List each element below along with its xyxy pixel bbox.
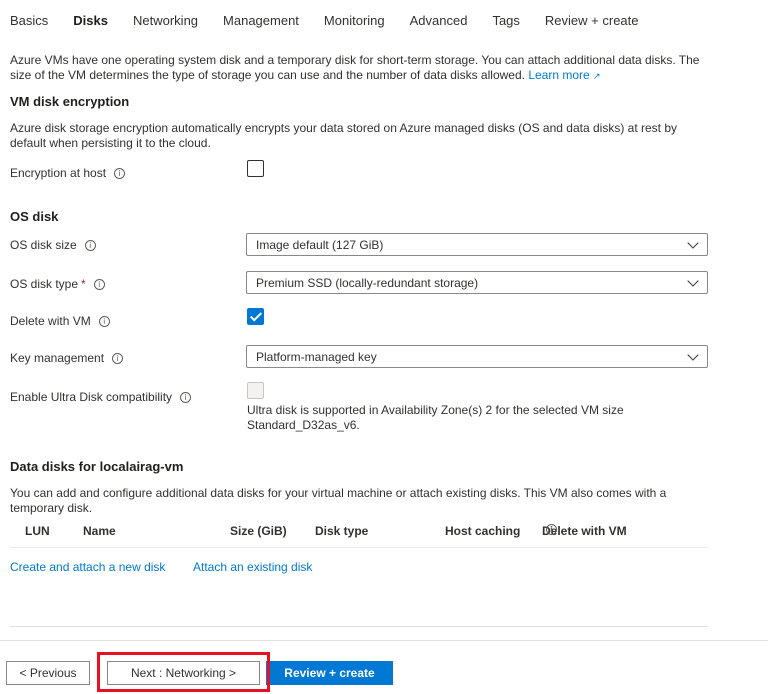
encryption-at-host-checkbox[interactable] xyxy=(247,160,264,177)
wizard-tabs: Basics Disks Networking Management Monit… xyxy=(10,13,664,28)
data-disks-table-header: LUN Name Size (GiB) Disk type Host cachi… xyxy=(10,524,708,548)
os-disk-type-dropdown[interactable]: Premium SSD (locally-redundant storage) xyxy=(246,271,708,294)
tab-tags[interactable]: Tags xyxy=(492,13,519,28)
column-header: Host caching xyxy=(445,524,521,538)
tab-monitoring[interactable]: Monitoring xyxy=(324,13,385,28)
tab-disks[interactable]: Disks xyxy=(73,13,108,28)
encryption-at-host-label: Encryption at host i xyxy=(10,166,126,180)
column-header: Name xyxy=(83,524,116,538)
key-management-label: Key management i xyxy=(10,351,124,365)
ultra-disk-label: Enable Ultra Disk compatibility i xyxy=(10,390,192,404)
os-disk-size-value: Image default (127 GiB) xyxy=(256,237,384,252)
section-divider xyxy=(10,626,708,627)
os-disk-heading: OS disk xyxy=(10,209,59,224)
os-disk-type-value: Premium SSD (locally-redundant storage) xyxy=(256,275,479,290)
tab-basics[interactable]: Basics xyxy=(10,13,48,28)
info-icon[interactable]: i xyxy=(93,278,105,290)
chevron-down-icon xyxy=(687,237,699,249)
footer-bar: < Previous Next : Networking > Review + … xyxy=(0,640,768,694)
ultra-disk-checkbox[interactable] xyxy=(247,382,264,399)
delete-with-vm-checkbox[interactable] xyxy=(247,308,264,325)
chevron-down-icon xyxy=(687,349,699,361)
encryption-description: Azure disk storage encryption automatica… xyxy=(10,121,678,150)
encryption-heading: VM disk encryption xyxy=(10,94,130,109)
os-disk-type-label: OS disk type * i xyxy=(10,277,105,291)
os-disk-size-dropdown[interactable]: Image default (127 GiB) xyxy=(246,233,708,256)
info-icon[interactable]: i xyxy=(84,239,96,251)
attach-existing-disk-link[interactable]: Attach an existing disk xyxy=(193,560,312,574)
info-icon[interactable]: i xyxy=(546,524,557,535)
tab-advanced[interactable]: Advanced xyxy=(410,13,468,28)
column-header: Disk type xyxy=(315,524,369,538)
learn-more-link[interactable]: Learn more ↗ xyxy=(528,68,600,82)
tab-review-create[interactable]: Review + create xyxy=(545,13,639,28)
delete-with-vm-label: Delete with VM i xyxy=(10,314,110,328)
highlight-box xyxy=(97,652,270,692)
ultra-disk-note: Ultra disk is supported in Availability … xyxy=(247,403,624,432)
review-create-button[interactable]: Review + create xyxy=(266,661,393,685)
required-marker: * xyxy=(81,277,86,291)
data-disks-description: You can add and configure additional dat… xyxy=(10,486,667,515)
tab-networking[interactable]: Networking xyxy=(133,13,198,28)
os-disk-size-label: OS disk size i xyxy=(10,238,96,252)
column-header: LUN xyxy=(25,524,50,538)
create-attach-disk-link[interactable]: Create and attach a new disk xyxy=(10,560,165,574)
info-icon[interactable]: i xyxy=(98,315,110,327)
external-link-icon: ↗ xyxy=(593,72,601,82)
chevron-down-icon xyxy=(687,275,699,287)
previous-button[interactable]: < Previous xyxy=(6,661,90,685)
info-icon[interactable]: i xyxy=(114,167,126,179)
tab-management[interactable]: Management xyxy=(223,13,299,28)
key-management-dropdown[interactable]: Platform-managed key xyxy=(246,345,708,368)
info-icon[interactable]: i xyxy=(112,352,124,364)
info-icon[interactable]: i xyxy=(180,391,192,403)
data-disks-heading: Data disks for localairag-vm xyxy=(10,459,184,474)
intro-text: Azure VMs have one operating system disk… xyxy=(10,53,710,85)
column-header: Size (GiB) xyxy=(230,524,287,538)
key-management-value: Platform-managed key xyxy=(256,349,377,364)
